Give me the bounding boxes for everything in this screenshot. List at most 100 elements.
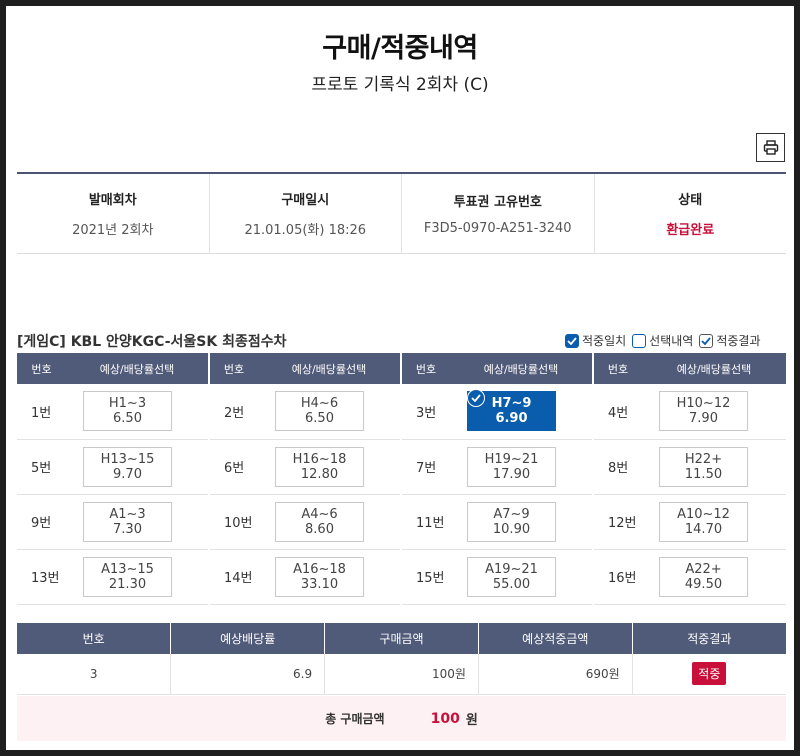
score-range: A19~21 <box>485 561 538 577</box>
score-range: A10~12 <box>677 506 730 522</box>
odds-option-selected[interactable]: H7~9 6.90 <box>467 389 556 432</box>
odds-value: 9.70 <box>113 466 142 482</box>
result-odds: 6.9 <box>170 654 325 695</box>
print-button[interactable] <box>756 133 785 162</box>
total-purchase-row: 총 구매금액 100 원 <box>17 696 786 741</box>
odds-value: 12.80 <box>300 466 339 482</box>
score-range: H13~15 <box>100 451 155 467</box>
result-amount: 100원 <box>324 654 479 695</box>
option-number: 1번 <box>17 384 66 440</box>
option-number: 12번 <box>592 494 642 550</box>
odds-value: 7.90 <box>689 411 718 427</box>
odds-option[interactable]: H19~21 17.90 <box>467 446 556 487</box>
check-circle-icon <box>467 389 485 408</box>
score-range: H10~12 <box>676 396 731 412</box>
odds-value: 14.70 <box>684 521 723 537</box>
odds-option[interactable]: H22+ 11.50 <box>659 446 748 487</box>
score-range: H16~18 <box>292 451 347 467</box>
legend-selection: 선택내역 <box>632 332 693 349</box>
odds-value: 11.50 <box>684 466 723 482</box>
page-subtitle: 프로토 기록식 2회차 (C) <box>311 75 489 95</box>
total-label: 총 구매금액 <box>325 712 385 726</box>
odds-value: 8.60 <box>305 521 334 537</box>
score-range: H4~6 <box>300 396 339 412</box>
odds-option[interactable]: H13~15 9.70 <box>83 446 172 487</box>
odds-value: 6.50 <box>305 411 334 427</box>
purchase-history-page: 구매/적중내역 프로토 기록식 2회차 (C) 발매회차 2021년 2회차 구… <box>6 6 794 750</box>
odds-option[interactable]: H16~18 12.80 <box>275 446 364 487</box>
odds-value: 6.50 <box>113 411 142 427</box>
option-number: 4번 <box>592 384 642 440</box>
ticket-info: 발매회차 2021년 2회차 구매일시 21.01.05(화) 18:26 투표… <box>17 172 786 254</box>
result-expected: 690원 <box>477 654 633 695</box>
odds-value: 21.30 <box>108 576 147 592</box>
option-number: 9번 <box>17 494 66 550</box>
option-number: 6번 <box>208 439 258 495</box>
total-unit: 원 <box>465 713 478 728</box>
odds-option[interactable]: H1~3 6.50 <box>83 391 172 432</box>
result-num: 3 <box>17 654 171 695</box>
option-number: 3번 <box>400 384 450 440</box>
result-table: 번호 예상배당률 구매금액 예상적중금액 적중결과 3 6.9 100원 690… <box>17 623 786 695</box>
check-outline-icon <box>699 333 714 348</box>
odds-option[interactable]: A1~3 7.30 <box>83 501 172 542</box>
option-number: 16번 <box>592 549 642 605</box>
score-range: A1~3 <box>109 506 146 522</box>
score-range: A16~18 <box>293 561 346 577</box>
page-title: 구매/적중내역 <box>322 33 478 64</box>
result-table-header: 번호 예상배당률 구매금액 예상적중금액 적중결과 <box>17 623 786 654</box>
info-purchase-date: 구매일시 21.01.05(화) 18:26 <box>210 174 402 253</box>
game-title: [게임C] KBL 안양KGC-서울SK 최종점수차 <box>17 334 287 350</box>
table-row: 13번 A13~15 21.30 14번 A16~18 33.10 15번 A19~21 55.… <box>17 549 786 605</box>
odds-value: 7.30 <box>113 521 142 537</box>
info-status: 상태 환급완료 <box>666 193 715 238</box>
table-row: 1번 H1~3 6.50 2번 H4~6 6.50 3번 H7~9 6.90 4번 H10~12 7.… <box>17 384 786 440</box>
score-range: H7~9 <box>491 396 532 412</box>
odds-value: 49.50 <box>684 576 723 592</box>
odds-value: 6.90 <box>495 411 528 427</box>
option-number: 7번 <box>400 439 450 495</box>
option-number: 14번 <box>208 549 258 605</box>
check-filled-icon <box>565 333 579 348</box>
selection-table: 번호 예상/배당률선택 번호 예상/배당률선택 번호 예상/배당률선택 번호 예… <box>17 353 786 605</box>
score-range: A13~15 <box>101 561 154 577</box>
odds-value: 55.00 <box>492 576 531 592</box>
table-row: 9번 A1~3 7.30 10번 A4~6 8.60 11번 A7~9 10.90 12번 A10~… <box>17 494 786 550</box>
odds-value: 33.10 <box>300 576 339 592</box>
legend-hit-match: 적중일치 <box>565 332 626 349</box>
total-amount: 100 <box>430 710 460 727</box>
option-number: 15번 <box>400 549 450 605</box>
legend-hit-result: 적중결과 <box>699 332 761 349</box>
table-row: 3 6.9 100원 690원 적중 <box>17 654 786 695</box>
odds-value: 10.90 <box>492 521 531 537</box>
hit-badge: 적중 <box>692 662 727 686</box>
odds-option[interactable]: A10~12 14.70 <box>659 501 748 542</box>
option-number: 8번 <box>592 439 642 495</box>
legend: 적중일치 선택내역 적중결과 <box>565 332 761 349</box>
odds-option[interactable]: A7~9 10.90 <box>467 501 556 542</box>
odds-option[interactable]: A16~18 33.10 <box>275 556 364 597</box>
score-range: H22+ <box>684 451 723 467</box>
odds-option[interactable]: H10~12 7.90 <box>659 391 748 432</box>
selection-table-header: 번호 예상/배당률선택 번호 예상/배당률선택 번호 예상/배당률선택 번호 예… <box>17 353 786 384</box>
info-ticket-id: 투표권 고유번호 F3D5-0970-A251-3240 <box>402 174 595 253</box>
odds-option[interactable]: H4~6 6.50 <box>275 391 364 432</box>
option-number: 13번 <box>17 549 66 605</box>
score-range: H19~21 <box>484 451 539 467</box>
odds-option[interactable]: A19~21 55.00 <box>467 556 556 597</box>
option-number: 2번 <box>208 384 258 440</box>
option-number: 10번 <box>208 494 258 550</box>
option-number: 5번 <box>17 439 66 495</box>
status-badge: 환급완료 <box>666 223 715 238</box>
info-round: 발매회차 2021년 2회차 <box>17 174 210 253</box>
score-range: A7~9 <box>493 506 530 522</box>
score-range: A22+ <box>685 561 722 577</box>
option-number: 11번 <box>400 494 450 550</box>
table-row: 5번 H13~15 9.70 6번 H16~18 12.80 7번 H19~21 17.90 8번… <box>17 439 786 495</box>
odds-option[interactable]: A4~6 8.60 <box>275 501 364 542</box>
checkbox-empty-icon <box>632 333 647 348</box>
score-range: H1~3 <box>108 396 147 412</box>
odds-option[interactable]: A22+ 49.50 <box>659 556 748 597</box>
printer-icon <box>763 140 778 155</box>
odds-option[interactable]: A13~15 21.30 <box>83 556 172 597</box>
